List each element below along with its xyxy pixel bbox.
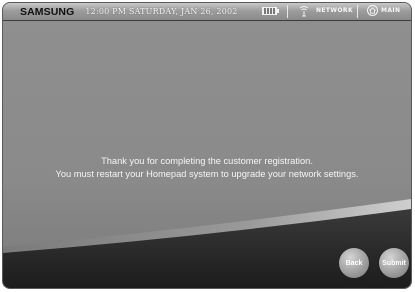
message-line: You must restart your Homepad system to …	[55, 169, 359, 179]
main-button[interactable]: MAIN	[381, 7, 400, 14]
main-panel: Thank you for completing the customer re…	[3, 21, 411, 288]
back-button[interactable]: Back	[339, 248, 369, 278]
separator	[287, 5, 288, 18]
battery-icon	[262, 7, 279, 15]
app-window: SAMSUNG 12:00 PM SATURDAY, JAN 26, 2002 …	[3, 3, 411, 288]
submit-button[interactable]: Submit	[379, 248, 409, 278]
datetime-display: 12:00 PM SATURDAY, JAN 26, 2002	[85, 7, 238, 16]
home-icon[interactable]	[367, 5, 378, 16]
status-bar: SAMSUNG 12:00 PM SATURDAY, JAN 26, 2002 …	[3, 3, 411, 21]
message-text: Thank you for completing the customer re…	[3, 155, 411, 181]
network-icon[interactable]	[299, 6, 309, 17]
separator	[357, 5, 358, 18]
brand-logo: SAMSUNG	[20, 5, 75, 18]
message-line: Thank you for completing the customer re…	[101, 156, 313, 166]
network-button[interactable]: NETWORK	[316, 7, 353, 14]
